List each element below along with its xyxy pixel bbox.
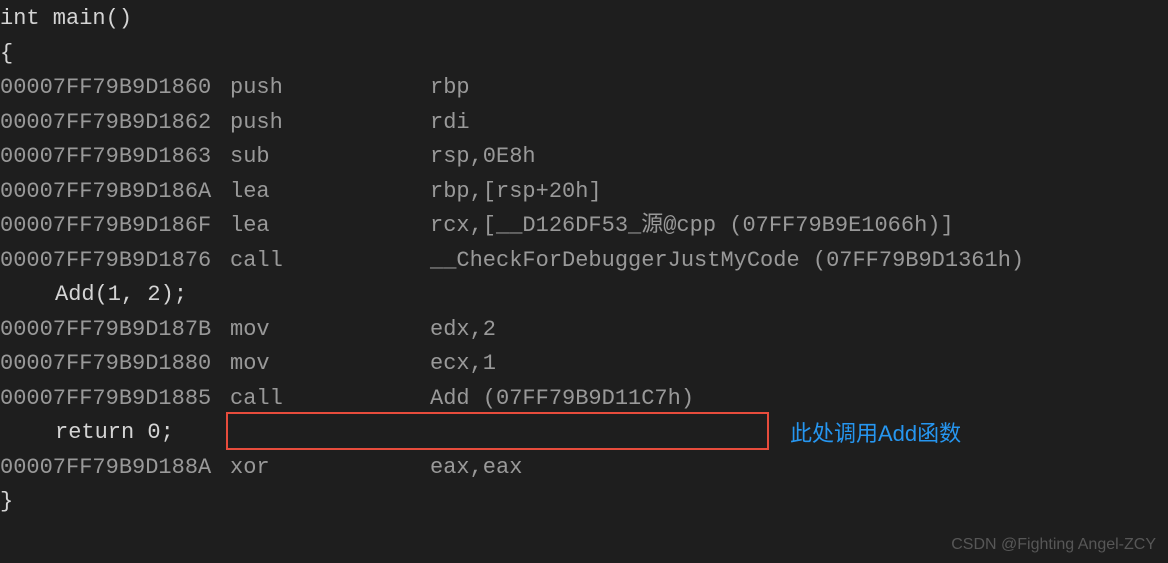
asm-opcode: mov [230,347,430,382]
asm-operand: eax,eax [430,451,522,486]
asm-operand: __CheckForDebuggerJustMyCode (07FF79B9D1… [430,244,1024,279]
asm-address: 00007FF79B9D1860 [0,71,230,106]
asm-line: 00007FF79B9D1880movecx,1 [0,347,1168,382]
source-return: return 0; [0,416,1168,451]
asm-address: 00007FF79B9D1885 [0,382,230,417]
asm-opcode: lea [230,209,430,244]
source-close-brace: } [0,485,1168,520]
asm-opcode: call [230,244,430,279]
watermark: CSDN @Fighting Angel-ZCY [951,532,1156,557]
asm-line: 00007FF79B9D1860pushrbp [0,71,1168,106]
asm-opcode: call [230,382,430,417]
asm-operand: rcx,[__D126DF53_源@cpp (07FF79B9E1066h)] [430,209,954,244]
asm-opcode: push [230,106,430,141]
asm-line: 00007FF79B9D1876call__CheckForDebuggerJu… [0,244,1168,279]
asm-operand: rbp,[rsp+20h] [430,175,602,210]
asm-line: 00007FF79B9D186Alearbp,[rsp+20h] [0,175,1168,210]
asm-opcode: xor [230,451,430,486]
asm-operand: ecx,1 [430,347,496,382]
asm-address: 00007FF79B9D1880 [0,347,230,382]
asm-opcode: lea [230,175,430,210]
asm-address: 00007FF79B9D188A [0,451,230,486]
annotation-text: 此处调用Add函数 [790,417,961,452]
source-func-decl: int main() [0,2,1168,37]
asm-opcode: mov [230,313,430,348]
asm-address: 00007FF79B9D186F [0,209,230,244]
asm-address: 00007FF79B9D1863 [0,140,230,175]
asm-operand: rbp [430,71,470,106]
asm-address: 00007FF79B9D1876 [0,244,230,279]
asm-operand: rdi [430,106,470,141]
asm-operand: rsp,0E8h [430,140,536,175]
asm-line: 00007FF79B9D1862pushrdi [0,106,1168,141]
asm-address: 00007FF79B9D186A [0,175,230,210]
asm-opcode: sub [230,140,430,175]
asm-line: 00007FF79B9D1863subrsp,0E8h [0,140,1168,175]
asm-operand: edx,2 [430,313,496,348]
asm-address: 00007FF79B9D1862 [0,106,230,141]
asm-line-highlighted: 00007FF79B9D1885callAdd (07FF79B9D11C7h) [0,382,1168,417]
asm-address: 00007FF79B9D187B [0,313,230,348]
asm-line: 00007FF79B9D187Bmovedx,2 [0,313,1168,348]
source-call-add: Add(1, 2); [0,278,1168,313]
asm-line: 00007FF79B9D188Axoreax,eax [0,451,1168,486]
source-open-brace: { [0,37,1168,72]
asm-line: 00007FF79B9D186Flearcx,[__D126DF53_源@cpp… [0,209,1168,244]
asm-operand: Add (07FF79B9D11C7h) [430,382,694,417]
asm-opcode: push [230,71,430,106]
